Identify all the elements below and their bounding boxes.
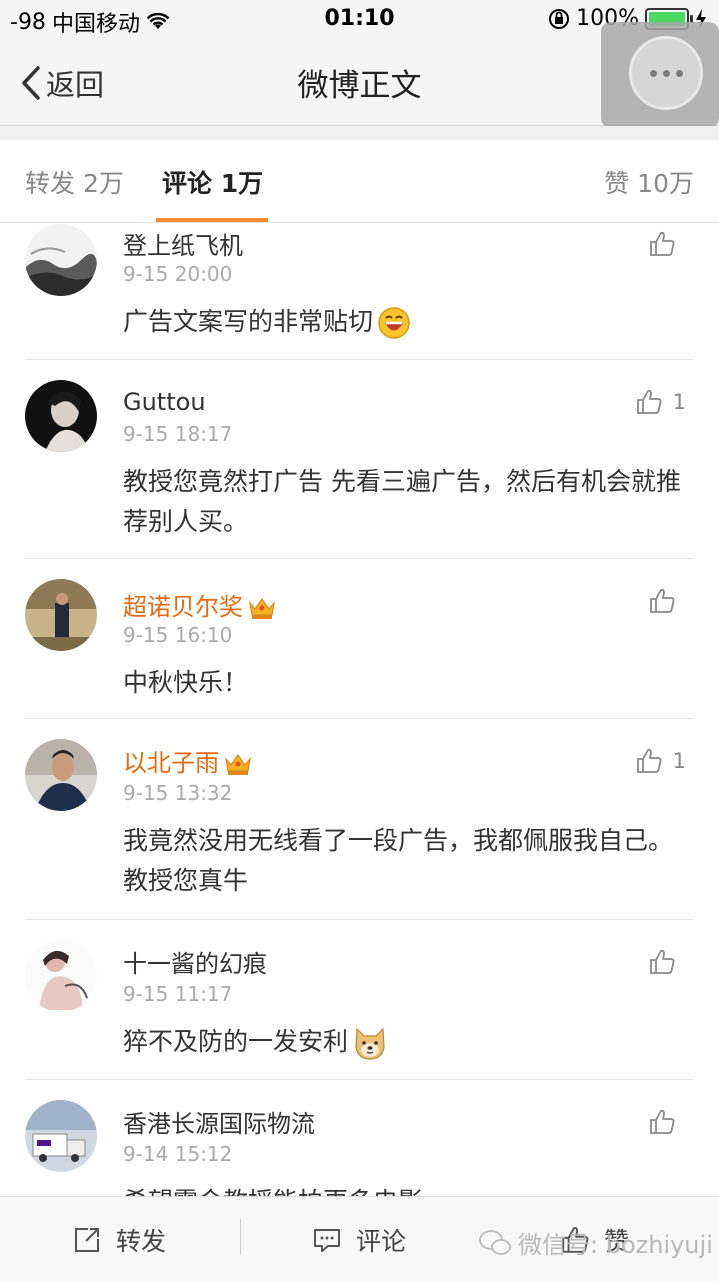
comment-like-button[interactable] bbox=[648, 1108, 686, 1136]
watermark-text: 微信号: bozhiyuji bbox=[518, 1231, 713, 1259]
thumbs-up-icon bbox=[636, 748, 662, 773]
avatar[interactable] bbox=[25, 940, 97, 1012]
comment-item: 登上纸飞机 9-15 20:00 广告文案写的非常贴切 bbox=[25, 222, 694, 360]
thumbs-up-icon bbox=[636, 389, 662, 414]
avatar[interactable] bbox=[25, 380, 97, 452]
comment-text-content: 希望霍金教授能拍更多电影 bbox=[123, 1187, 423, 1196]
tab-bar: 转发 2万 评论 1万 赞 10万 bbox=[0, 140, 719, 223]
share-icon bbox=[75, 1228, 99, 1252]
comment-item: 超诺贝尔奖 9-15 16:10 中秋快乐！ bbox=[25, 559, 694, 719]
thumbs-up-icon bbox=[650, 1109, 675, 1134]
comment-like-count: 1 bbox=[672, 749, 686, 773]
comment-username[interactable]: Guttou bbox=[123, 388, 206, 416]
bottom-action-bar: 转发 评论 赞 微信号: bozhiyuji bbox=[0, 1196, 719, 1281]
comment-list: 登上纸飞机 9-15 20:00 广告文案写的非常贴切 Guttou 9-15 … bbox=[0, 222, 719, 1196]
comment-like-button[interactable]: 1 bbox=[635, 747, 686, 775]
comment-item: 香港长源国际物流 9-14 15:12 希望霍金教授能拍更多电影 bbox=[25, 1080, 694, 1196]
comment-text: 希望霍金教授能拍更多电影 bbox=[123, 1182, 683, 1196]
thumbs-up-icon bbox=[650, 588, 675, 613]
comment-label: 评论 bbox=[356, 1227, 407, 1256]
comment-time: 9-15 20:00 bbox=[123, 262, 233, 286]
vip-crown-icon bbox=[249, 597, 275, 619]
comment-username[interactable]: 以北子雨 bbox=[123, 743, 253, 778]
orientation-lock-icon bbox=[549, 8, 570, 29]
comment-username[interactable]: 香港长源国际物流 bbox=[123, 1104, 315, 1139]
comment-text-content: 我竟然没用无线看了一段广告，我都佩服我自己。教授您真牛 bbox=[123, 826, 674, 895]
comment-text: 猝不及防的一发安利 bbox=[123, 1022, 683, 1062]
comment-text-content: 广告文案写的非常贴切 bbox=[123, 307, 374, 336]
comment-icon bbox=[314, 1229, 340, 1252]
comment-username[interactable]: 十一酱的幻痕 bbox=[123, 944, 267, 979]
thumbs-up-icon bbox=[650, 231, 675, 256]
avatar[interactable] bbox=[25, 224, 97, 296]
comment-like-count: 1 bbox=[672, 390, 686, 414]
wechat-icon bbox=[479, 1229, 511, 1255]
comment-like-button[interactable] bbox=[648, 587, 686, 615]
laughing-emoji-icon bbox=[378, 307, 410, 339]
comment-time: 9-15 16:10 bbox=[123, 623, 233, 647]
comment-item: 以北子雨 9-15 13:32 我竟然没用无线看了一段广告，我都佩服我自己。教授… bbox=[25, 719, 694, 920]
tab-comments[interactable]: 评论 1万 bbox=[162, 164, 263, 200]
comment-item: 十一酱的幻痕 9-15 11:17 猝不及防的一发安利 bbox=[25, 920, 694, 1080]
more-options-button[interactable] bbox=[601, 22, 719, 128]
avatar[interactable] bbox=[25, 739, 97, 811]
thumbs-up-icon bbox=[650, 949, 675, 974]
more-icon bbox=[629, 36, 703, 110]
comment-username[interactable]: 超诺贝尔奖 bbox=[123, 587, 277, 622]
comment-like-button[interactable]: 1 bbox=[635, 388, 686, 416]
comment-time: 9-14 15:12 bbox=[123, 1142, 233, 1166]
comment-username-text: 以北子雨 bbox=[123, 749, 219, 777]
comment-item: Guttou 9-15 18:17 教授您竟然打广告 先看三遍广告，然后有机会就… bbox=[25, 360, 694, 559]
tab-repost[interactable]: 转发 2万 bbox=[25, 164, 124, 200]
watermark: 微信号: bozhiyuji bbox=[478, 1225, 713, 1260]
vip-crown-icon bbox=[225, 753, 251, 775]
comment-text: 我竟然没用无线看了一段广告，我都佩服我自己。教授您真牛 bbox=[123, 821, 683, 901]
comment-button[interactable]: 评论 bbox=[312, 1222, 406, 1258]
comment-username[interactable]: 登上纸飞机 bbox=[123, 226, 243, 261]
comment-text-content: 猝不及防的一发安利 bbox=[123, 1027, 349, 1056]
avatar[interactable] bbox=[25, 579, 97, 651]
comment-like-button[interactable] bbox=[648, 230, 686, 258]
comment-text-content: 教授您竟然打广告 先看三遍广告，然后有机会就推荐别人买。 bbox=[123, 467, 681, 536]
tab-likes[interactable]: 赞 10万 bbox=[604, 164, 694, 200]
repost-label: 转发 bbox=[116, 1227, 167, 1256]
comment-time: 9-15 18:17 bbox=[123, 422, 233, 446]
divider bbox=[240, 1219, 241, 1255]
comment-time: 9-15 13:32 bbox=[123, 781, 233, 805]
section-divider bbox=[0, 126, 719, 140]
comment-time: 9-15 11:17 bbox=[123, 982, 233, 1006]
comment-text: 广告文案写的非常贴切 bbox=[123, 302, 683, 342]
comment-text-content: 中秋快乐！ bbox=[123, 668, 249, 697]
comment-username-text: 超诺贝尔奖 bbox=[123, 593, 243, 621]
comment-text: 中秋快乐！ bbox=[123, 663, 683, 703]
doge-emoji-icon bbox=[355, 1027, 385, 1060]
comment-text: 教授您竟然打广告 先看三遍广告，然后有机会就推荐别人买。 bbox=[123, 462, 683, 542]
avatar[interactable] bbox=[25, 1100, 97, 1172]
repost-button[interactable]: 转发 bbox=[72, 1222, 166, 1258]
comment-like-button[interactable] bbox=[648, 948, 686, 976]
